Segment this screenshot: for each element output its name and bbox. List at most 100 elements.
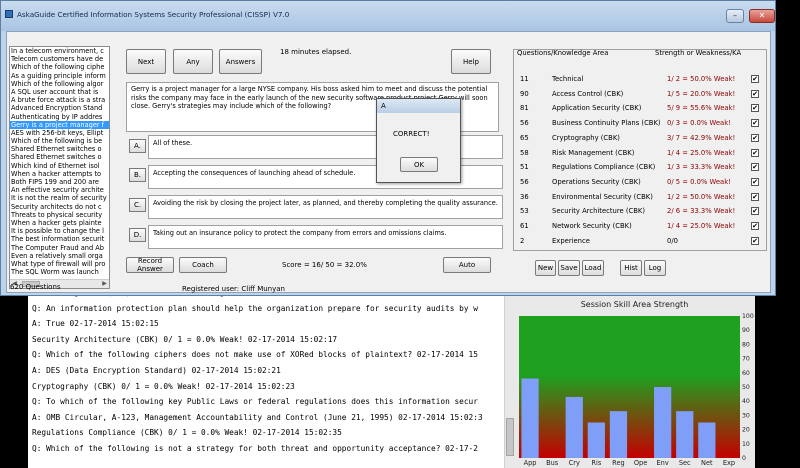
ka-checkbox[interactable]: ✔	[751, 207, 759, 216]
ka-name: Environmental Security (CBK)	[552, 192, 653, 201]
log-line: A: OMB Circular, A-123, Management Accou…	[32, 412, 483, 422]
close-button[interactable]: ✕	[749, 9, 775, 23]
save-button[interactable]: Save	[558, 260, 580, 276]
question-list-item[interactable]: Which of the following is be	[10, 137, 109, 145]
question-list-item[interactable]: Advanced Encryption Stand	[10, 104, 109, 112]
x-tick-label: App	[524, 459, 537, 467]
score-label: Score = 16/ 50 = 32.0%	[282, 261, 367, 269]
ka-checkbox[interactable]: ✔	[751, 119, 759, 128]
title-bar[interactable]: AskaGuide Certified Information Systems …	[1, 1, 775, 31]
record-answer-button[interactable]: Record Answer	[126, 257, 174, 273]
ka-name: Network Security (CBK)	[552, 222, 632, 230]
ka-checkbox[interactable]: ✔	[751, 89, 759, 98]
log-scroll-thumb[interactable]	[506, 418, 514, 456]
answer-d-button[interactable]: D.	[129, 228, 146, 242]
ka-checkbox[interactable]: ✔	[751, 104, 759, 113]
desktop-edge	[755, 296, 800, 468]
question-list-item[interactable]: Even a relatively small orga	[10, 252, 109, 260]
answer-b-button[interactable]: B.	[129, 168, 146, 182]
answer-a-button[interactable]: A.	[129, 139, 146, 153]
y-tick-label: 90	[742, 327, 750, 334]
question-list[interactable]: In a telecom environment, c Telecom custo…	[9, 46, 110, 289]
ka-checkbox[interactable]: ✔	[751, 192, 759, 201]
x-tick-label: Ris	[591, 459, 601, 467]
question-list-item[interactable]: What type of firewall will pro	[10, 260, 109, 268]
question-list-item[interactable]: When a hacker attempts to	[10, 170, 109, 178]
coach-button[interactable]: Coach	[179, 257, 227, 273]
check-icon: ✔	[752, 163, 758, 172]
ok-button[interactable]: OK	[400, 157, 438, 172]
load-button[interactable]: Load	[582, 260, 604, 276]
ka-checkbox[interactable]: ✔	[751, 148, 759, 157]
check-icon: ✔	[752, 89, 758, 98]
ka-checkbox[interactable]: ✔	[751, 75, 759, 83]
question-list-item[interactable]: As a guiding principle inform	[10, 72, 109, 80]
ka-header-strength: Strength or Weakness/KA	[655, 49, 742, 57]
hist-button[interactable]: Hist	[620, 260, 642, 276]
main-client-area: In a telecom environment, c Telecom custo…	[6, 31, 771, 293]
y-tick-label: 100	[742, 313, 754, 320]
question-list-item[interactable]: Authenticating by IP addres	[10, 113, 109, 121]
question-list-item[interactable]: A brute force attack is a stra	[10, 96, 109, 104]
ka-row: 36 Environmental Security (CBK) 1/ 2 = 50.…	[514, 192, 764, 203]
question-list-item[interactable]: When a hacker gets plainte	[10, 219, 109, 227]
question-list-item[interactable]: Both FIPS 199 and 200 are	[10, 178, 109, 186]
question-list-item[interactable]: Gerry is a project manager f	[10, 120, 109, 129]
question-list-item[interactable]: In a telecom environment, c	[10, 47, 109, 55]
question-list-item[interactable]: AES with 256-bit keys, Ellipt	[10, 129, 109, 137]
log-line: Security Architecture (CBK) 0/ 1 = 0.0% …	[32, 334, 338, 344]
ka-checkbox[interactable]: ✔	[751, 163, 759, 172]
session-log[interactable]: Risk Management (CBK) 1/ 3 = 33.3% Stron…	[28, 296, 504, 468]
check-icon: ✔	[752, 236, 758, 245]
ka-checkbox[interactable]: ✔	[751, 133, 759, 142]
question-list-item[interactable]: The Computer Fraud and Ab	[10, 244, 109, 252]
chart-title: Session Skill Area Strength	[580, 300, 689, 309]
log-scrollbar[interactable]	[504, 296, 514, 468]
ka-row: 53 Security Architecture (CBK) 2/ 6 = 33.3…	[514, 206, 764, 217]
answer-c-button[interactable]: C.	[129, 198, 146, 212]
bar-ris	[587, 422, 605, 458]
log-line: Q: Which of the following is not a strat…	[32, 444, 478, 453]
check-icon: ✔	[752, 104, 758, 113]
question-list-item[interactable]: Shared Ethernet switches o	[10, 145, 109, 153]
question-list-item[interactable]: Which of the following ciphe	[10, 63, 109, 71]
ka-count: 90	[520, 89, 529, 98]
log-button[interactable]: Log	[644, 260, 666, 276]
question-list-item[interactable]: The best information securit	[10, 235, 109, 243]
help-button[interactable]: Help	[451, 49, 491, 74]
question-list-item[interactable]: It is not the realm of security	[10, 194, 109, 202]
ka-checkbox[interactable]: ✔	[751, 236, 759, 245]
question-list-item[interactable]: Security architects do not c	[10, 203, 109, 211]
scroll-right-icon[interactable]: ▶	[100, 280, 109, 288]
check-icon: ✔	[752, 222, 758, 230]
ka-count: 56	[520, 177, 529, 186]
question-list-item[interactable]: Shared Ethernet switches o	[10, 153, 109, 161]
question-list-item[interactable]: The SQL Worm was launch	[10, 268, 109, 276]
question-list-item[interactable]: A SQL user account that is	[10, 88, 109, 96]
ka-strength: 0/0	[667, 236, 678, 245]
next-button[interactable]: Next	[126, 49, 166, 74]
x-tick-label: Bus	[546, 459, 559, 467]
y-tick-label: 70	[742, 356, 750, 363]
question-list-item[interactable]: Telecom customers have de	[10, 55, 109, 63]
question-list-item[interactable]: Which of the following algor	[10, 80, 109, 88]
new-button[interactable]: New	[535, 260, 556, 276]
x-tick-label: Ope	[634, 459, 647, 467]
dialog-message: CORRECT!	[393, 130, 430, 138]
auto-button[interactable]: Auto	[443, 257, 491, 273]
minimize-button[interactable]: –	[726, 9, 744, 23]
question-list-item[interactable]: Threats to physical security	[10, 211, 109, 219]
x-tick-label: Env	[657, 459, 669, 467]
ka-checkbox[interactable]: ✔	[751, 222, 759, 230]
ka-count: 53	[520, 207, 529, 216]
answer-c-text: Avoiding the risk by closing the project…	[148, 195, 503, 219]
y-tick-label: 10	[742, 441, 750, 448]
any-button[interactable]: Any	[173, 49, 213, 74]
ka-checkbox[interactable]: ✔	[751, 177, 759, 186]
question-list-item[interactable]: Which kind of Ethernet isol	[10, 162, 109, 170]
answers-button[interactable]: Answers	[219, 49, 262, 74]
ka-strength: 1/ 5 = 20.0% Weak!	[667, 89, 736, 98]
question-list-item[interactable]: An effective security archite	[10, 186, 109, 194]
log-line: A: DES (Data Encryption Standard) 02-17-…	[32, 366, 281, 375]
question-list-item[interactable]: It is possible to change the l	[10, 227, 109, 235]
